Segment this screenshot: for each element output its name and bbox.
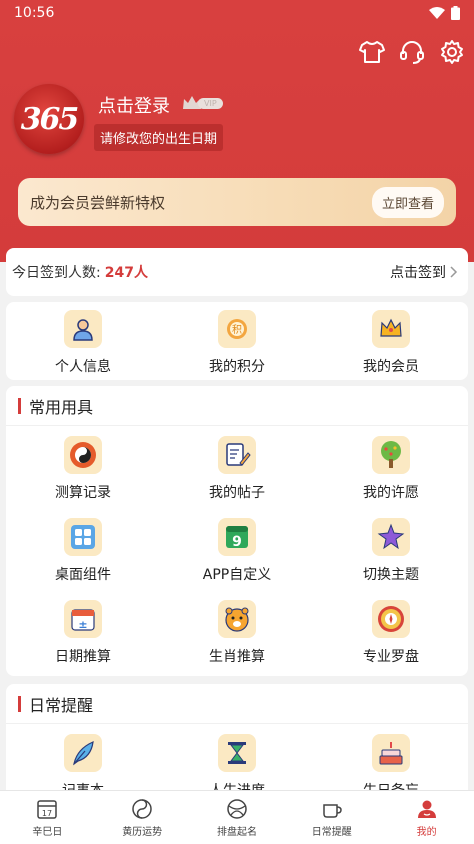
vip-banner[interactable]: 成为会员尝鲜新特权 立即查看 — [18, 178, 456, 226]
feather-icon — [64, 734, 102, 772]
tab-label: 黄历运势 — [122, 826, 163, 838]
my-points-tile[interactable]: 积 我的积分 — [160, 310, 314, 376]
cup-icon — [323, 803, 342, 818]
tile-label: 切换主题 — [363, 567, 419, 583]
tools-card: 常用用具 测算记录 我的帖子 我的许愿 桌面组件 9 APP自定义 切换主题 ±… — [6, 386, 468, 676]
calendar-17-icon: 17 — [37, 799, 58, 819]
avatar[interactable]: 365 — [14, 84, 84, 154]
headset-icon[interactable] — [398, 38, 426, 66]
tshirt-icon[interactable] — [358, 38, 386, 66]
tile-label: 日期推算 — [55, 649, 111, 665]
chevron-right-icon — [450, 266, 458, 278]
tile-label: 我的帖子 — [209, 485, 265, 501]
svg-text:±: ± — [78, 618, 87, 631]
svg-text:积: 积 — [232, 324, 242, 336]
compass-icon — [372, 600, 410, 638]
view-now-button[interactable]: 立即查看 — [371, 186, 444, 218]
header-actions — [358, 38, 466, 66]
checkin-button[interactable]: 点击签到 — [390, 262, 458, 282]
tile-label: 专业罗盘 — [363, 649, 419, 665]
date-calc-tile[interactable]: ± 日期推算 — [6, 600, 160, 682]
cake-icon — [372, 734, 410, 772]
taiji-icon — [64, 436, 102, 474]
tools-section-title: 常用用具 — [6, 386, 468, 426]
profile-header: 10:56 365 点击登录 VIP 请修改您的出生日期 成为会员尝鲜新特权 立… — [0, 0, 474, 262]
tiger-icon — [218, 600, 256, 638]
hourglass-icon — [218, 734, 256, 772]
tab-label: 日常提醒 — [311, 826, 352, 838]
tab-almanac[interactable]: 黄历运势 — [95, 791, 190, 844]
tile-label: APP自定义 — [202, 567, 272, 583]
birth-hint[interactable]: 请修改您的出生日期 — [94, 124, 224, 151]
checkin-info: 今日签到人数: 247人 — [12, 262, 148, 282]
post-icon — [218, 436, 256, 474]
desktop-widgets-tile[interactable]: 桌面组件 — [6, 518, 160, 600]
tab-reminders[interactable]: 日常提醒 — [284, 791, 379, 844]
tile-label: 我的许愿 — [363, 485, 419, 501]
date-calc-icon: ± — [64, 600, 102, 638]
gear-icon[interactable] — [438, 38, 466, 66]
personal-info-tile[interactable]: 个人信息 — [6, 310, 160, 376]
tile-label: 我的积分 — [209, 359, 265, 375]
my-wishes-tile[interactable]: 我的许愿 — [314, 436, 468, 518]
yinyang-icon — [132, 798, 152, 819]
tab-label: 辛巳日 — [32, 826, 63, 838]
person-icon — [64, 310, 102, 348]
calc-records-tile[interactable]: 测算记录 — [6, 436, 160, 518]
tile-label: 桌面组件 — [55, 567, 111, 583]
tab-naming[interactable]: 排盘起名 — [190, 791, 285, 844]
reminders-section-title: 日常提醒 — [6, 684, 468, 724]
checkin-bar: 今日签到人数: 247人 点击签到 — [6, 248, 468, 296]
calendar-day-number: 17 — [42, 809, 52, 818]
vip-banner-text: 成为会员尝鲜新特权 — [30, 193, 166, 212]
tile-label: 测算记录 — [55, 485, 111, 501]
pro-compass-tile[interactable]: 专业罗盘 — [314, 600, 468, 682]
globe-icon — [227, 798, 247, 819]
quick-card: 个人信息 积 我的积分 我的会员 — [6, 302, 468, 380]
wish-tree-icon — [372, 436, 410, 474]
checkin-count: 247人 — [104, 265, 148, 281]
calendar-9-icon: 9 — [218, 518, 256, 556]
tab-mine[interactable]: 我的 — [379, 791, 474, 844]
tab-label: 我的 — [416, 826, 437, 838]
login-link[interactable]: 点击登录 — [98, 92, 170, 118]
vip-tag: VIP — [198, 97, 223, 109]
svg-text:9: 9 — [232, 534, 242, 550]
wifi-icon — [429, 7, 445, 19]
points-icon: 积 — [218, 310, 256, 348]
bottom-tab-bar: 17 辛巳日 黄历运势 排盘起名 日常提醒 我的 — [0, 790, 474, 844]
widget-icon — [64, 518, 102, 556]
battery-icon — [451, 6, 460, 20]
my-membership-tile[interactable]: 我的会员 — [314, 310, 468, 376]
tile-label: 我的会员 — [363, 359, 419, 375]
checkin-label: 今日签到人数: — [12, 265, 101, 281]
crown-icon — [372, 310, 410, 348]
user-icon — [417, 800, 436, 818]
tab-label: 排盘起名 — [216, 826, 257, 838]
my-posts-tile[interactable]: 我的帖子 — [160, 436, 314, 518]
status-time: 10:56 — [14, 5, 55, 21]
avatar-logo-text: 365 — [20, 101, 80, 137]
zodiac-calc-tile[interactable]: 生肖推算 — [160, 600, 314, 682]
tile-label: 个人信息 — [55, 359, 111, 375]
tab-calendar[interactable]: 17 辛巳日 — [0, 791, 95, 844]
status-icons — [429, 6, 460, 20]
theme-star-icon — [372, 518, 410, 556]
vip-badge: VIP — [182, 95, 223, 111]
checkin-action-label: 点击签到 — [390, 265, 446, 281]
app-customize-tile[interactable]: 9 APP自定义 — [160, 518, 314, 600]
tile-label: 生肖推算 — [209, 649, 265, 665]
reminders-card: 日常提醒 记事本 人生进度 生日备忘 — [6, 684, 468, 804]
status-bar: 10:56 — [0, 0, 474, 26]
switch-theme-tile[interactable]: 切换主题 — [314, 518, 468, 600]
